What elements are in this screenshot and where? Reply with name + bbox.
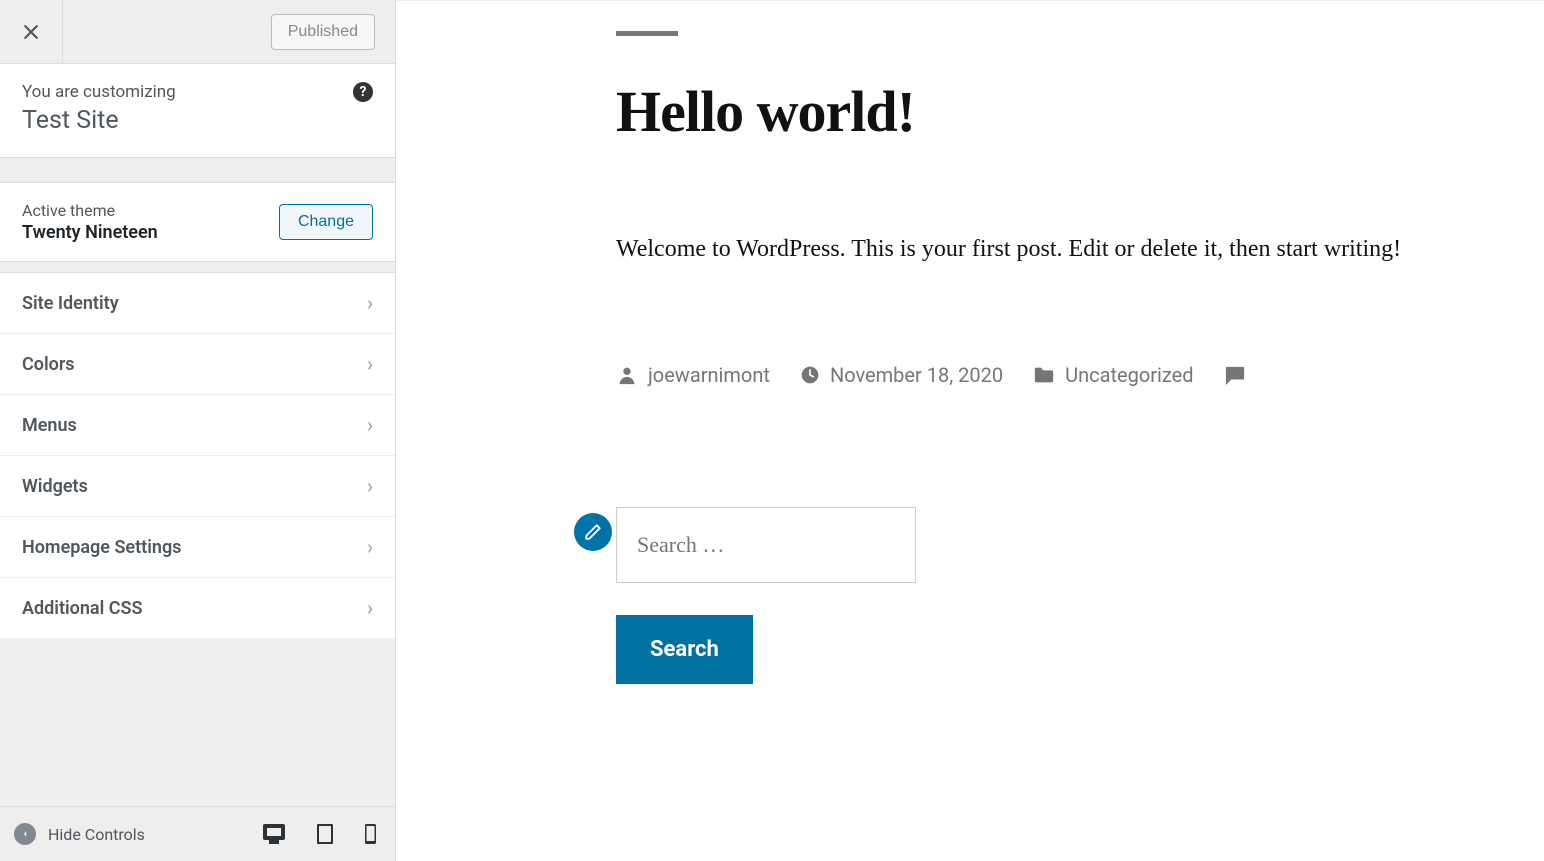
- panel-label: Colors: [22, 354, 75, 375]
- panel-label: Additional CSS: [22, 598, 142, 619]
- post-entry: Hello world! Welcome to WordPress. This …: [616, 31, 1446, 387]
- sidebar-divider: [0, 157, 395, 183]
- post-category-text: Uncategorized: [1065, 363, 1193, 387]
- help-icon[interactable]: ?: [353, 82, 373, 102]
- sidebar-filler: [0, 638, 395, 806]
- panel-additional-css[interactable]: Additional CSS ›: [0, 578, 395, 638]
- desktop-preview-button[interactable]: [262, 823, 286, 845]
- post-author[interactable]: joewarnimont: [616, 363, 770, 387]
- search-button[interactable]: Search: [616, 615, 753, 684]
- mobile-preview-button[interactable]: [364, 823, 377, 845]
- panel-widgets[interactable]: Widgets ›: [0, 456, 395, 517]
- change-theme-button[interactable]: Change: [279, 204, 373, 240]
- chevron-right-icon: ›: [367, 474, 373, 498]
- chevron-right-icon: ›: [367, 413, 373, 437]
- search-input[interactable]: [616, 507, 916, 583]
- tablet-icon: [316, 823, 334, 845]
- active-theme-block: Active theme Twenty Nineteen Change: [0, 183, 395, 261]
- pencil-icon: [584, 523, 602, 541]
- sidebar-footer: Hide Controls: [0, 806, 395, 861]
- hide-controls-button[interactable]: Hide Controls: [14, 823, 145, 845]
- hide-controls-label: Hide Controls: [48, 825, 145, 844]
- publish-status-button[interactable]: Published: [271, 14, 375, 50]
- customizer-panels: Site Identity › Colors › Menus › Widgets…: [0, 273, 395, 638]
- post-content: Welcome to WordPress. This is your first…: [616, 225, 1446, 273]
- widget-edit-button[interactable]: [574, 513, 612, 551]
- panel-homepage-settings[interactable]: Homepage Settings ›: [0, 517, 395, 578]
- collapse-icon: [14, 823, 36, 845]
- sidebar-divider: [0, 261, 395, 273]
- search-widget: Search: [616, 507, 1544, 684]
- post-date-text: November 18, 2020: [830, 363, 1003, 387]
- panel-label: Widgets: [22, 476, 88, 497]
- author-icon: [616, 364, 638, 386]
- post-meta: joewarnimont November 18, 2020 Uncategor…: [616, 363, 1446, 387]
- chevron-right-icon: ›: [367, 352, 373, 376]
- panel-site-identity[interactable]: Site Identity ›: [0, 273, 395, 334]
- desktop-icon: [262, 823, 286, 845]
- device-preview-toggles: [262, 823, 377, 845]
- post-author-text: joewarnimont: [648, 363, 770, 387]
- panel-menus[interactable]: Menus ›: [0, 395, 395, 456]
- tablet-preview-button[interactable]: [316, 823, 334, 845]
- site-preview: Hello world! Welcome to WordPress. This …: [396, 0, 1544, 861]
- panel-label: Site Identity: [22, 293, 119, 314]
- chevron-right-icon: ›: [367, 535, 373, 559]
- customizing-label: You are customizing: [22, 82, 373, 102]
- post-date[interactable]: November 18, 2020: [800, 363, 1003, 387]
- site-name-text: Test Site: [22, 106, 373, 135]
- close-icon: [21, 22, 41, 42]
- folder-icon: [1033, 365, 1055, 385]
- chevron-right-icon: ›: [367, 596, 373, 620]
- close-button[interactable]: [0, 0, 63, 64]
- panel-label: Homepage Settings: [22, 537, 181, 558]
- comment-icon: [1224, 365, 1246, 385]
- sidebar-top-bar: Published: [0, 0, 395, 64]
- chevron-right-icon: ›: [367, 291, 373, 315]
- customizing-info: You are customizing Test Site ?: [0, 64, 395, 157]
- panel-colors[interactable]: Colors ›: [0, 334, 395, 395]
- post-title[interactable]: Hello world!: [616, 78, 1446, 145]
- post-category[interactable]: Uncategorized: [1033, 363, 1193, 387]
- panel-label: Menus: [22, 415, 77, 436]
- active-theme-name: Twenty Nineteen: [22, 222, 158, 243]
- customizer-sidebar: Published You are customizing Test Site …: [0, 0, 396, 861]
- post-comments[interactable]: [1224, 365, 1246, 385]
- clock-icon: [800, 365, 820, 385]
- active-theme-label: Active theme: [22, 201, 158, 220]
- post-divider: [616, 31, 678, 36]
- mobile-icon: [364, 823, 377, 845]
